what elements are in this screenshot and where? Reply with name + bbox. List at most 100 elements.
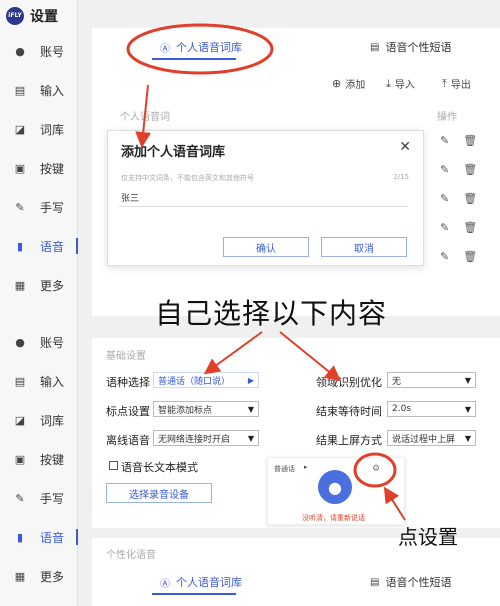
screen-mode-value: 说话过程中上屏 <box>392 434 456 445</box>
close-icon[interactable]: ✕ <box>399 139 411 155</box>
edit-icon[interactable]: ✎ <box>440 163 449 176</box>
tab-label: 语音个性短语 <box>385 576 452 589</box>
sidebar-item-keys[interactable]: ▣ 按键 <box>0 156 78 180</box>
select-record-device-button[interactable]: 选择录音设备 <box>106 483 212 503</box>
edit-icon[interactable]: ✎ <box>440 192 449 205</box>
screen-mode-label: 结果上屏方式 <box>316 434 382 447</box>
language-value: 普通话（随口说） <box>158 376 231 387</box>
microphone-icon: ● <box>328 477 342 497</box>
dictionary-icon: ◪ <box>14 122 26 136</box>
sidebar-item-label: 按键 <box>40 452 65 467</box>
plus-icon: ⊕ <box>332 77 342 90</box>
export-button[interactable]: ⤒ 导出 <box>442 76 471 92</box>
sidebar-item-handwriting[interactable]: ✎ 手写 <box>0 195 78 219</box>
sidebar-item-input[interactable]: ▤ 输入 <box>0 78 78 102</box>
import-button[interactable]: ⤓ 导入 <box>386 76 415 92</box>
caret-down-icon: ▼ <box>247 405 254 414</box>
microphone-icon: ▮ <box>16 530 24 544</box>
table-row: ✎ 🗑 <box>440 221 477 234</box>
sidebar-item-label: 更多 <box>40 278 65 293</box>
tab-label: 个人语音词库 <box>176 576 242 589</box>
punctuation-select[interactable]: 智能添加标点 ▼ <box>153 401 259 417</box>
delete-icon[interactable]: 🗑 <box>463 250 477 263</box>
sidebar-item-voice[interactable]: ▮ 语音 <box>0 234 78 258</box>
sidebar-item-keys[interactable]: ▣ 按键 <box>0 447 78 471</box>
sidebar-item-input[interactable]: ▤ 输入 <box>0 369 78 393</box>
language-select[interactable]: 普通话（随口说） ▶ <box>153 372 259 388</box>
app-logo: iFLY <box>6 7 24 25</box>
delete-icon[interactable]: 🗑 <box>463 134 477 147</box>
sidebar-item-more[interactable]: ▦ 更多 <box>0 564 78 588</box>
confirm-button[interactable]: 确认 <box>223 237 309 257</box>
lang-caret-icon[interactable]: ▸ <box>304 463 308 471</box>
column-header-word: 个人语音词 <box>120 112 170 123</box>
gear-icon[interactable]: ⚙ <box>372 464 380 474</box>
delete-icon[interactable]: 🗑 <box>463 221 477 234</box>
long-text-label: 语音长文本模式 <box>121 461 198 474</box>
grid-icon: ▦ <box>14 278 26 292</box>
add-lexicon-dialog: 添加个人语音词库 ✕ 仅支持中文词条，不能包含英文和其他符号 2/15 确认 取… <box>107 130 424 266</box>
screen-mode-select[interactable]: 说话过程中上屏 ▼ <box>387 430 476 446</box>
sidebar-item-label: 词库 <box>40 122 65 137</box>
sidebar-item-account[interactable]: ● 账号 <box>0 330 78 354</box>
edit-icon[interactable]: ✎ <box>440 221 449 234</box>
export-icon: ⤒ <box>442 76 447 90</box>
lexicon-icon: Ⓐ <box>160 43 170 55</box>
domain-select[interactable]: 无 ▼ <box>387 372 476 388</box>
table-row: ✎ 🗑 <box>440 192 477 205</box>
tab-label: 个人语音词库 <box>176 41 242 54</box>
sidebar-item-lexicon[interactable]: ◪ 词库 <box>0 117 78 141</box>
add-button[interactable]: ⊕ 添加 <box>332 76 365 91</box>
import-icon: ⤓ <box>386 76 391 90</box>
dictionary-icon: ◪ <box>14 413 26 427</box>
offline-value: 无网络连接时开启 <box>158 434 231 445</box>
sidebar-item-lexicon[interactable]: ◪ 词库 <box>0 408 78 432</box>
import-label: 导入 <box>394 80 415 91</box>
dialog-hint: 仅支持中文词条，不能包含英文和其他符号 <box>121 174 254 182</box>
tab-personal-lexicon[interactable]: Ⓐ 个人语音词库 <box>160 574 242 590</box>
sidebar-item-label: 手写 <box>40 200 65 215</box>
tab-personal-phrases[interactable]: ▤ 语音个性短语 <box>370 39 451 55</box>
sidebar-item-label: 更多 <box>40 569 65 584</box>
language-label: 语种选择 <box>106 376 150 389</box>
lexicon-word-input[interactable] <box>119 189 407 207</box>
sidebar-item-label: 输入 <box>40 83 65 98</box>
delete-icon[interactable]: 🗑 <box>463 163 477 176</box>
sidebar-item-handwriting[interactable]: ✎ 手写 <box>0 486 78 510</box>
caret-down-icon: ▼ <box>464 434 471 443</box>
app-title: 设置 <box>30 9 58 25</box>
sidebar-item-label: 语音 <box>40 239 65 254</box>
end-wait-select[interactable]: 2.0s ▼ <box>387 401 476 417</box>
delete-icon[interactable]: 🗑 <box>463 192 477 205</box>
tab-personal-lexicon[interactable]: Ⓐ 个人语音词库 <box>160 39 242 55</box>
microphone-button[interactable]: ● <box>318 470 352 504</box>
phrase-icon: ▤ <box>370 576 380 588</box>
microphone-icon: ▮ <box>16 239 24 253</box>
section-title-basic: 基础设置 <box>106 351 146 362</box>
user-icon: ● <box>15 44 25 58</box>
popup-error: 没听清，请重新说话 <box>302 514 365 522</box>
table-row: ✎ 🗑 <box>440 250 477 263</box>
keyboard-icon: ▤ <box>14 374 26 388</box>
voice-input-popup: 普通话 ▸ ● ⚙ 没听清，请重新说话 <box>267 457 405 525</box>
tab-underline <box>152 58 236 60</box>
domain-value: 无 <box>392 376 402 387</box>
sidebar-item-account[interactable]: ● 账号 <box>0 39 78 63</box>
long-text-checkbox[interactable] <box>109 461 118 470</box>
offline-label: 离线语音 <box>106 434 150 447</box>
offline-select[interactable]: 无网络连接时开启 ▼ <box>153 430 259 446</box>
punctuation-label: 标点设置 <box>106 405 150 418</box>
export-label: 导出 <box>450 80 471 91</box>
edit-icon[interactable]: ✎ <box>440 134 449 147</box>
tab-personal-phrases[interactable]: ▤ 语音个性短语 <box>370 574 451 590</box>
annotation-caption-settings: 点设置 <box>398 525 458 549</box>
sidebar-item-voice[interactable]: ▮ 语音 <box>0 525 78 549</box>
grid-icon: ▦ <box>14 569 26 583</box>
edit-icon[interactable]: ✎ <box>440 250 449 263</box>
sidebar-item-label: 账号 <box>40 335 65 350</box>
section-title-personal: 个性化语音 <box>106 550 156 561</box>
sidebar-item-more[interactable]: ▦ 更多 <box>0 273 78 297</box>
end-wait-value: 2.0s <box>392 404 412 414</box>
cancel-button[interactable]: 取消 <box>321 237 407 257</box>
sidebar-item-label: 语音 <box>40 530 65 545</box>
